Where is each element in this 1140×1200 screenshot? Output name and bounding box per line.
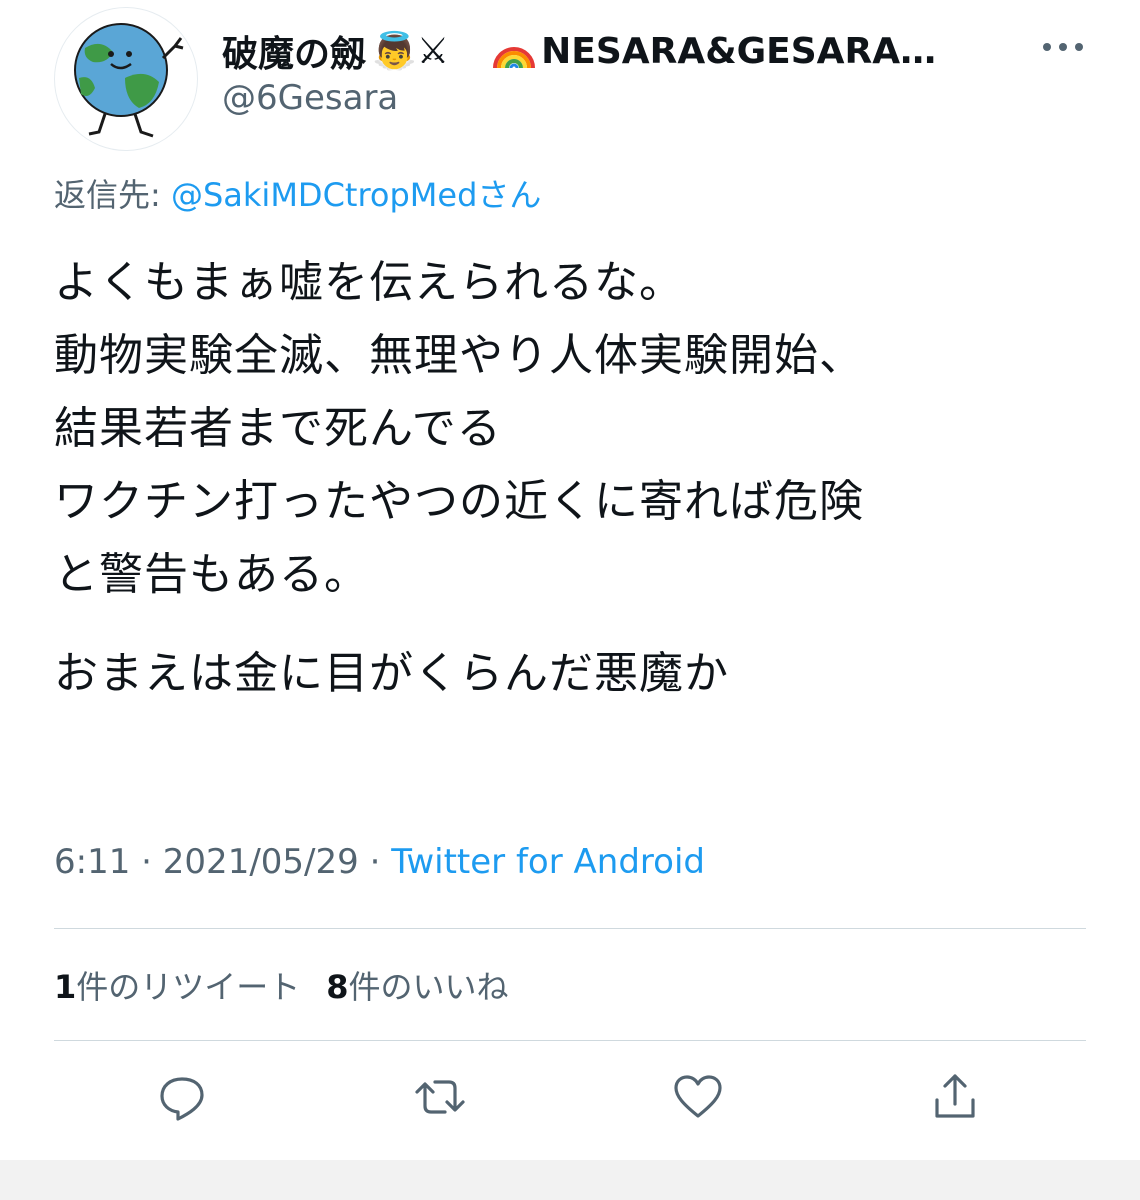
like-label: 件のいいね xyxy=(348,968,509,1006)
tweet-line: ワクチン打ったやつの近くに寄れば危険 xyxy=(54,476,864,527)
share-icon[interactable] xyxy=(928,1070,982,1124)
tweet-time[interactable]: 6:11 xyxy=(54,842,130,882)
retweets-stat[interactable]: 1件のリツイート xyxy=(54,968,300,1006)
display-name-row[interactable]: 破魔の劔 👼⚔ NESARA&GESARA… xyxy=(222,22,936,80)
retweet-count: 1 xyxy=(54,968,77,1006)
globe-avatar-icon xyxy=(74,23,184,138)
like-count: 8 xyxy=(326,968,349,1006)
tweet-meta: 6:11 · 2021/05/29 · Twitter for Android xyxy=(54,842,705,882)
tweet-line: 動物実験全滅、無理やり人体実験開始、 xyxy=(54,330,864,381)
rainbow-icon xyxy=(493,47,536,69)
display-name-extra: NESARA&GESARA… xyxy=(541,30,937,72)
meta-separator: · xyxy=(358,842,392,882)
tweet-line: よくもまぁ嘘を伝えられるな。 xyxy=(54,257,684,308)
bottom-strip xyxy=(0,1160,1140,1200)
tweet-stats: 1件のリツイート 8件のいいね xyxy=(54,962,509,1008)
reply-to-prefix: 返信先: xyxy=(54,176,171,214)
reply-bubble-icon[interactable] xyxy=(155,1070,209,1124)
action-bar xyxy=(0,1070,1140,1134)
tweet-text: よくもまぁ嘘を伝えられるな。 動物実験全滅、無理やり人体実験開始、 結果若者まで… xyxy=(54,246,1114,710)
avatar[interactable] xyxy=(54,7,198,151)
tweet-line: 結果若者まで死んでる xyxy=(54,403,502,454)
retweet-label: 件のリツイート xyxy=(76,968,301,1006)
tweet-closing-line: おまえは金に目がくらんだ悪魔か xyxy=(54,648,729,699)
tweet-date[interactable]: 2021/05/29 xyxy=(163,842,359,882)
likes-stat[interactable]: 8件のいいね xyxy=(326,968,508,1006)
display-name[interactable]: 破魔の劔 xyxy=(222,25,366,77)
retweet-icon[interactable] xyxy=(413,1070,467,1124)
tweet-source-link[interactable]: Twitter for Android xyxy=(391,842,705,882)
divider xyxy=(54,1040,1086,1041)
meta-separator: · xyxy=(130,842,163,882)
reply-to-mention-link[interactable]: @SakiMDCtropMedさん xyxy=(171,176,541,214)
angel-sword-emoji: 👼⚔ xyxy=(372,31,450,72)
tweet-line: と警告もある。 xyxy=(54,549,369,600)
user-handle[interactable]: @6Gesara xyxy=(222,78,398,118)
reply-to-line: 返信先: @SakiMDCtropMedさん xyxy=(54,170,541,216)
heart-icon[interactable] xyxy=(671,1070,725,1124)
more-dots-icon[interactable] xyxy=(1040,40,1086,54)
divider xyxy=(54,928,1086,929)
